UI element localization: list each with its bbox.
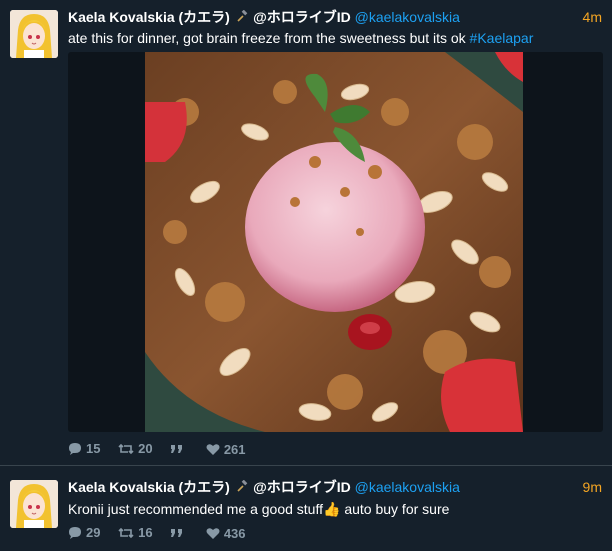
quote-button[interactable] <box>170 444 188 456</box>
tweet-actions: 29 16 436 <box>68 524 260 542</box>
tweet-text-body: ate this for dinner, got brain freeze fr… <box>68 30 470 46</box>
group-handle[interactable]: @ホロライブID <box>253 479 351 495</box>
heart-icon <box>206 444 220 455</box>
reply-button[interactable]: 29 <box>68 524 100 542</box>
like-button[interactable]: 436 <box>206 525 246 543</box>
media-frame[interactable] <box>68 52 603 432</box>
group-handle[interactable]: @ホロライブID <box>253 9 351 25</box>
display-name[interactable]: Kaela Kovalskia (カエラ) <box>68 9 230 25</box>
tweet-text: ate this for dinner, got brain freeze fr… <box>68 29 533 47</box>
quote-icon <box>171 529 183 537</box>
tweet-actions: 15 20 261 <box>68 440 260 458</box>
heart-icon <box>206 528 220 539</box>
reply-icon <box>69 527 81 539</box>
user-handle[interactable]: @kaelakovalskia <box>355 9 460 25</box>
hammer-icon <box>236 479 251 495</box>
retweet-count: 16 <box>138 525 153 540</box>
reply-count: 29 <box>86 525 101 540</box>
tweet-header: Kaela Kovalskia (カエラ) @ホロライブID @kaelakov… <box>68 478 460 496</box>
retweet-icon <box>118 527 134 539</box>
hashtag-link[interactable]: #Kaelapar <box>470 30 534 46</box>
like-count: 261 <box>223 441 246 457</box>
reply-button[interactable]: 15 <box>68 440 100 458</box>
tweet-header: Kaela Kovalskia (カエラ) @ホロライブID @kaelakov… <box>68 8 460 26</box>
display-name[interactable]: Kaela Kovalskia (カエラ) <box>68 479 230 495</box>
reply-count: 15 <box>86 441 101 456</box>
retweet-button[interactable]: 16 <box>118 524 153 542</box>
retweet-icon <box>118 443 134 455</box>
thumbs-up-emoji: 👍 <box>323 501 341 517</box>
reply-icon <box>69 443 81 455</box>
avatar[interactable] <box>10 10 58 58</box>
tweet-text-body: Kronii just recommended me a good stuff <box>68 501 323 517</box>
retweet-button[interactable]: 20 <box>118 440 153 458</box>
quote-icon <box>171 445 183 453</box>
tweet[interactable]: Kaela Kovalskia (カエラ) @ホロライブID @kaelakov… <box>0 0 612 466</box>
timestamp[interactable]: 9m <box>583 478 602 496</box>
quote-button[interactable] <box>170 528 188 540</box>
food-photo[interactable] <box>145 52 523 432</box>
tweet-text-after: auto buy for sure <box>340 501 450 517</box>
timestamp[interactable]: 4m <box>583 8 602 26</box>
retweet-count: 20 <box>138 441 153 456</box>
user-handle[interactable]: @kaelakovalskia <box>355 479 460 495</box>
like-count: 436 <box>223 525 246 541</box>
like-button[interactable]: 261 <box>206 441 246 459</box>
hammer-icon <box>236 9 251 25</box>
avatar[interactable] <box>10 480 58 528</box>
tweet-text: Kronii just recommended me a good stuff👍… <box>68 500 449 518</box>
